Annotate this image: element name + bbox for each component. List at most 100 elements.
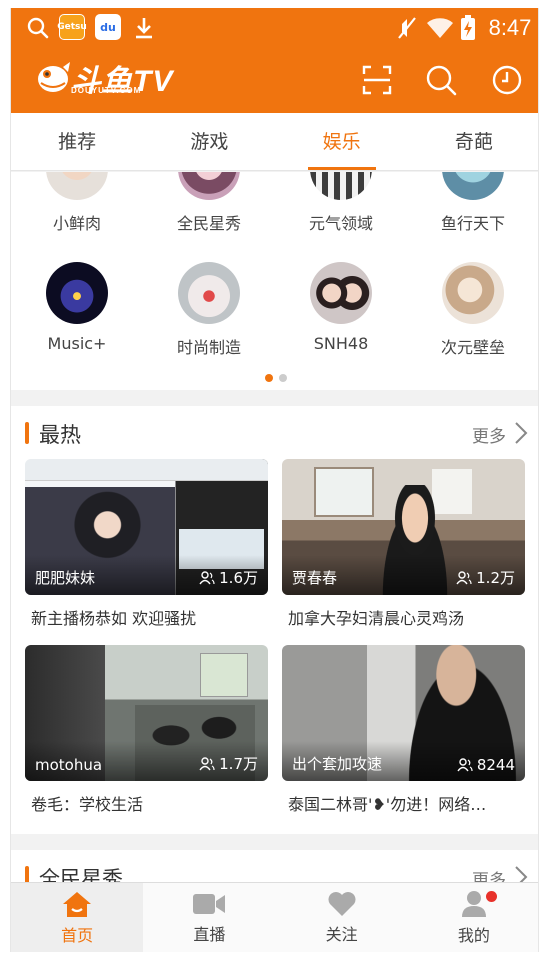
fish-logo-icon (38, 62, 70, 92)
anchor-name: motohua (35, 756, 103, 774)
category-label: SNH48 (313, 334, 369, 353)
search-icon (426, 65, 457, 96)
category-label: 全民星秀 (176, 214, 241, 233)
viewer-count-value: 1.6万 (219, 569, 258, 587)
live-card[interactable]: 贾春春 1.2万 加拿大孕妇清晨心灵鸡汤 (282, 459, 525, 629)
viewer-count-value: 1.7万 (219, 755, 258, 773)
category-avatar (310, 262, 372, 324)
clock-time: 8:47 (488, 15, 532, 40)
download-icon (131, 14, 157, 42)
top-bar: Getsu du 8:47 斗鱼TV DOUYUTV.COM (11, 8, 538, 113)
viewers-icon (456, 570, 472, 584)
category-item[interactable]: 次元壁垒 (407, 262, 538, 358)
chevron-right-icon[interactable] (514, 421, 528, 445)
category-item[interactable]: Music+ (11, 262, 143, 353)
tab-recommend[interactable]: 推荐 (11, 113, 143, 170)
category-grid: 小鲜肉 全民星秀 元气领域 鱼行天下 Music+ 时尚制造 SNH48 次元壁… (11, 172, 538, 390)
tab-games[interactable]: 游戏 (143, 113, 275, 170)
viewer-count: 1.2万 (456, 567, 515, 588)
live-title: 加拿大孕妇清晨心灵鸡汤 (288, 609, 465, 628)
live-thumbnail: 肥肥妹妹 1.6万 (25, 459, 268, 595)
app-notification-icon: Getsu (57, 14, 87, 40)
live-card[interactable]: motohua 1.7万 卷毛：学校生活 (25, 645, 268, 815)
nav-home-label: 首页 (61, 925, 94, 945)
nav-home[interactable]: 首页 (11, 883, 144, 952)
category-avatar (46, 262, 108, 324)
live-thumbnail: 贾春春 1.2万 (282, 459, 525, 595)
category-avatar (46, 172, 108, 200)
live-title: 卷毛：学校生活 (31, 795, 144, 814)
user-icon (461, 890, 486, 917)
page-indicator (11, 374, 538, 382)
app-badge-label: Getsu (57, 22, 87, 32)
home-icon (63, 891, 92, 917)
category-item[interactable]: 时尚制造 (143, 262, 275, 358)
douyu-logo: 斗鱼TV DOUYUTV.COM (33, 56, 173, 100)
baidu-icon: du (95, 14, 121, 40)
search-icon (25, 14, 51, 42)
category-label: 小鲜肉 (52, 214, 101, 233)
category-avatar (178, 262, 240, 324)
page-dot-active (264, 374, 273, 382)
bottom-navigation: 首页 直播 关注 我的 (11, 882, 538, 952)
hot-section-title: 最热 (39, 423, 81, 447)
anchor-name: 出个套加攻速 (292, 755, 383, 773)
live-title: 泰国二林哥'❥'勿进！网络… (288, 795, 487, 814)
history-button[interactable] (487, 60, 527, 100)
thumbnail-browser-bar (25, 459, 268, 481)
viewers-icon (199, 756, 215, 770)
page-dot (278, 374, 287, 382)
nav-me[interactable]: 我的 (408, 883, 538, 952)
battery-icon (459, 14, 477, 42)
tab-entertainment[interactable]: 娱乐 (276, 113, 408, 170)
category-item[interactable]: 小鲜肉 (11, 172, 143, 234)
category-item[interactable]: 元气领域 (275, 172, 407, 234)
nav-me-label: 我的 (457, 925, 490, 945)
section-accent-bar (25, 422, 29, 444)
category-item[interactable]: SNH48 (275, 262, 407, 353)
category-label: 次元壁垒 (440, 338, 505, 357)
tab-funny[interactable]: 奇葩 (408, 113, 538, 170)
viewers-icon (199, 570, 215, 584)
video-camera-icon (193, 893, 226, 914)
history-clock-icon (492, 65, 522, 95)
anchor-name: 肥肥妹妹 (35, 569, 96, 587)
app-screen: Getsu du 8:47 斗鱼TV DOUYUTV.COM 推荐 游戏 娱乐 … (10, 8, 539, 952)
mute-icon (395, 14, 419, 42)
thumbnail-window (314, 467, 374, 517)
scan-icon (362, 65, 392, 95)
viewer-count-value: 8244 (476, 756, 515, 774)
notification-dot (485, 891, 497, 902)
category-label: 元气领域 (308, 214, 373, 233)
wifi-icon (425, 14, 455, 42)
logo-subtitle: DOUYUTV.COM (71, 86, 142, 95)
heart-icon (328, 891, 356, 916)
viewer-count: 1.6万 (199, 567, 258, 588)
nav-follow[interactable]: 关注 (276, 883, 408, 952)
anchor-name: 贾春春 (292, 569, 338, 587)
hot-section: 最热 更多 肥肥妹妹 1.6万 新主播杨恭如 欢迎骚扰 贾春春 1.2万 加拿大… (11, 406, 538, 834)
thumbnail-poster (200, 653, 248, 697)
hot-more-link[interactable]: 更多 (472, 422, 506, 447)
viewers-icon (457, 758, 473, 772)
viewer-count-value: 1.2万 (476, 569, 515, 587)
category-avatar (310, 172, 372, 200)
baidu-badge-label: du (100, 20, 116, 34)
nav-live[interactable]: 直播 (143, 883, 275, 952)
category-tabs: 推荐 游戏 娱乐 奇葩 (11, 113, 538, 171)
scan-button[interactable] (357, 60, 397, 100)
category-avatar (178, 172, 240, 200)
live-thumbnail: motohua 1.7万 (25, 645, 268, 781)
nav-follow-label: 关注 (325, 924, 358, 944)
category-item[interactable]: 鱼行天下 (407, 172, 538, 234)
category-label: 时尚制造 (176, 338, 241, 357)
live-thumbnail: 出个套加攻速 8244 (282, 645, 525, 781)
live-title: 新主播杨恭如 欢迎骚扰 (31, 609, 197, 628)
search-button[interactable] (421, 60, 461, 100)
live-card[interactable]: 肥肥妹妹 1.6万 新主播杨恭如 欢迎骚扰 (25, 459, 268, 629)
viewer-count: 8244 (457, 756, 515, 774)
category-item[interactable]: 全民星秀 (143, 172, 275, 234)
nav-live-label: 直播 (193, 924, 226, 944)
category-avatar (442, 172, 504, 200)
live-card[interactable]: 出个套加攻速 8244 泰国二林哥'❥'勿进！网络… (282, 645, 525, 815)
